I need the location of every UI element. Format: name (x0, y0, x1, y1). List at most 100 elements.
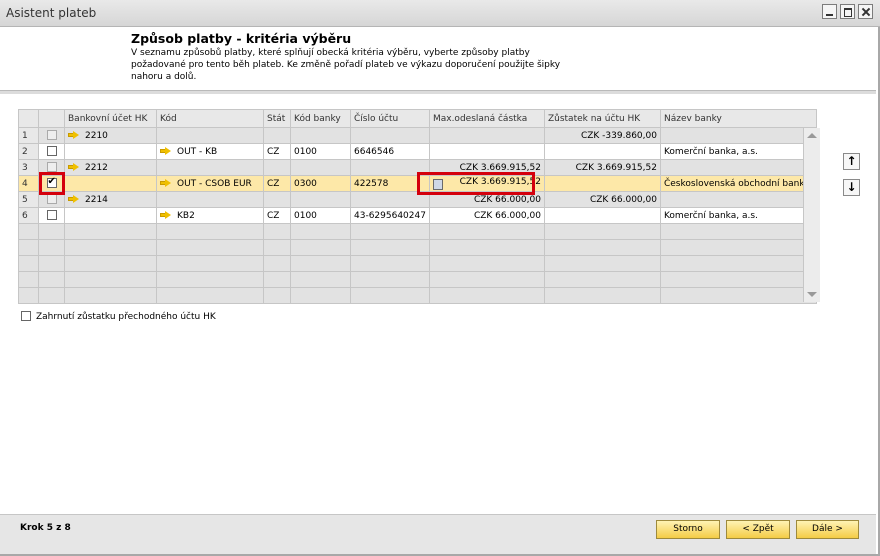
empty-cell (428, 271, 545, 288)
column-header-account-number[interactable]: Číslo účtu (350, 109, 430, 128)
code-cell: OUT - CSOB EUR (156, 175, 264, 192)
step-description: V seznamu způsobů platby, které splňují … (131, 47, 581, 83)
table-row[interactable] (18, 271, 817, 288)
empty-cell (290, 287, 351, 304)
table-row[interactable] (18, 223, 817, 240)
scroll-up-icon[interactable] (807, 133, 817, 138)
account-number-cell[interactable]: 43-6295640247 (350, 207, 430, 224)
row-checkbox (46, 194, 57, 204)
account-number-cell[interactable]: 6646546 (350, 143, 430, 160)
row-checkbox[interactable] (46, 146, 57, 156)
empty-cell (156, 287, 264, 304)
column-header-account[interactable]: Bankovní účet HK (64, 109, 157, 128)
yellow-arrow-icon[interactable] (68, 130, 80, 139)
account-cell (64, 143, 157, 160)
code-value: KB2 (177, 210, 195, 221)
empty-cell (659, 271, 817, 288)
include-transit-option[interactable]: Zahrnutí zůstatku přechodného účtu HK (21, 311, 216, 322)
table-row[interactable]: 1 2210 CZK -339.860,00 (18, 127, 817, 144)
row-number: 1 (18, 127, 39, 144)
empty-cell (263, 271, 291, 288)
scroll-down-icon[interactable] (807, 292, 817, 297)
max-amount-cell[interactable]: CZK 66.000,00 (428, 207, 545, 224)
yellow-arrow-icon[interactable] (68, 162, 80, 171)
column-header-max-amount[interactable]: Max.odeslaná částka (428, 109, 545, 128)
column-header-bank-code[interactable]: Kód banky (290, 109, 351, 128)
column-header-balance[interactable]: Zůstatek na účtu HK (543, 109, 661, 128)
empty-cell (263, 255, 291, 272)
table-row[interactable] (18, 239, 817, 256)
row-number: 6 (18, 207, 39, 224)
empty-cell (428, 223, 545, 240)
payment-methods-table: Bankovní účet HK Kód Stát Kód banky Čísl… (18, 109, 817, 304)
state-cell (263, 127, 291, 144)
empty-cell (38, 239, 65, 256)
max-amount-value: CZK 66.000,00 (473, 210, 541, 221)
yellow-arrow-icon[interactable] (160, 210, 172, 219)
move-up-button[interactable]: ↑ (843, 153, 860, 170)
maximize-icon[interactable] (840, 4, 855, 19)
move-down-button[interactable]: ↓ (843, 179, 860, 196)
table-row[interactable]: 6 KB2 CZ 0100 43-6295640247 CZK 66.000,00 Kome… (18, 207, 817, 224)
code-value: OUT - KB (177, 146, 218, 157)
code-cell (156, 191, 264, 208)
empty-cell (350, 239, 430, 256)
row-checkbox[interactable] (46, 210, 57, 220)
cancel-button[interactable]: Storno (656, 520, 720, 539)
max-amount-cell[interactable] (428, 143, 545, 160)
select-cell[interactable] (38, 143, 65, 160)
empty-cell (18, 287, 39, 304)
empty-cell (18, 255, 39, 272)
account-number-cell (350, 127, 430, 144)
yellow-arrow-icon[interactable] (160, 178, 172, 187)
title-bar: Asistent plateb (0, 0, 880, 27)
table-row[interactable] (18, 287, 817, 304)
column-header-bank-name[interactable]: Název banky (659, 109, 817, 128)
empty-cell (350, 223, 430, 240)
table-row[interactable]: 2 OUT - KB CZ 0100 6646546 Komerční banka, a.… (18, 143, 817, 160)
bank-name-cell (659, 159, 817, 176)
description-line: nahoru a dolů. (131, 72, 197, 82)
account-cell: 2212 (64, 159, 157, 176)
empty-cell (350, 255, 430, 272)
state-cell (263, 191, 291, 208)
close-icon[interactable] (858, 4, 873, 19)
empty-cell (18, 239, 39, 256)
table-row[interactable] (18, 255, 817, 272)
empty-cell (543, 239, 661, 256)
column-header-code[interactable]: Kód (156, 109, 264, 128)
include-transit-checkbox[interactable] (21, 311, 31, 321)
minimize-icon[interactable] (822, 4, 837, 19)
bank-code-cell (290, 191, 351, 208)
description-line: požadované pro tento běh plateb. Ke změn… (131, 60, 561, 70)
account-value: 2214 (85, 194, 108, 205)
select-cell[interactable] (38, 127, 65, 144)
empty-cell (659, 287, 817, 304)
empty-cell (543, 255, 661, 272)
empty-cell (38, 271, 65, 288)
empty-cell (64, 271, 157, 288)
balance-cell: CZK -339.860,00 (543, 127, 661, 144)
row-number: 3 (18, 159, 39, 176)
empty-cell (290, 223, 351, 240)
yellow-arrow-icon[interactable] (68, 194, 80, 203)
empty-cell (156, 255, 264, 272)
empty-cell (38, 255, 65, 272)
back-button[interactable]: < Zpět (726, 520, 790, 539)
select-cell[interactable] (38, 207, 65, 224)
empty-cell (64, 287, 157, 304)
yellow-arrow-icon[interactable] (160, 146, 172, 155)
column-header-state[interactable]: Stát (263, 109, 291, 128)
state-cell: CZ (263, 175, 291, 192)
empty-cell (38, 287, 65, 304)
empty-cell (428, 287, 545, 304)
table-scrollbar[interactable] (803, 128, 820, 302)
empty-cell (64, 255, 157, 272)
column-header-rownum (18, 109, 39, 128)
next-button[interactable]: Dále > (796, 520, 859, 539)
account-cell (64, 207, 157, 224)
empty-cell (543, 287, 661, 304)
max-amount-value: CZK 3.669.915,52 (459, 162, 541, 173)
bank-name-cell (659, 191, 817, 208)
empty-cell (263, 239, 291, 256)
